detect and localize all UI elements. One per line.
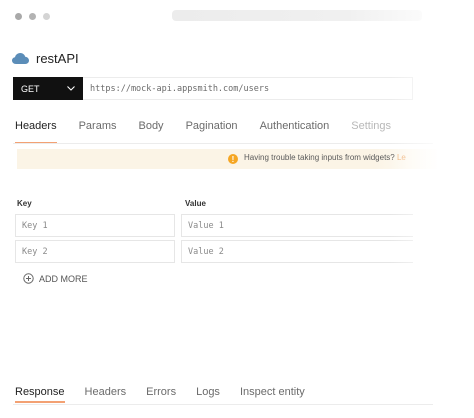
tab-errors[interactable]: Errors xyxy=(146,386,176,403)
tab-response-headers[interactable]: Headers xyxy=(85,386,127,403)
header-key-input[interactable]: Key 2 xyxy=(15,240,175,263)
banner-text: Having trouble taking inputs from widget… xyxy=(244,153,395,162)
tab-response[interactable]: Response xyxy=(15,386,65,403)
header-value-input[interactable]: Value 1 xyxy=(181,214,413,237)
close-window-dot[interactable] xyxy=(15,13,22,20)
response-tabs: Response Headers Errors Logs Inspect ent… xyxy=(15,386,325,403)
browser-address-bar[interactable] xyxy=(172,10,422,21)
tab-logs[interactable]: Logs xyxy=(196,386,220,403)
window-titlebar xyxy=(0,0,474,32)
http-method-value: GET xyxy=(21,83,40,94)
banner-learn-more-link[interactable]: Le xyxy=(397,153,406,162)
minimize-window-dot[interactable] xyxy=(29,13,36,20)
cloud-icon xyxy=(12,52,29,64)
api-editor-window: restAPI GET https://mock-api.appsmith.co… xyxy=(0,0,474,418)
header-key-input[interactable]: Key 1 xyxy=(15,214,175,237)
banner-message: Having trouble taking inputs from widget… xyxy=(244,153,406,162)
api-title[interactable]: restAPI xyxy=(36,51,79,66)
tab-body[interactable]: Body xyxy=(138,120,163,144)
tab-headers[interactable]: Headers xyxy=(15,120,57,144)
tab-settings[interactable]: Settings xyxy=(351,120,391,144)
maximize-window-dot[interactable] xyxy=(43,13,50,20)
tab-params[interactable]: Params xyxy=(79,120,117,144)
plus-circle-icon xyxy=(23,273,34,284)
warning-icon: ! xyxy=(228,154,238,164)
response-tabs-divider xyxy=(13,404,433,405)
add-more-button[interactable]: ADD MORE xyxy=(23,273,88,284)
tab-authentication[interactable]: Authentication xyxy=(260,120,330,144)
header-value-input[interactable]: Value 2 xyxy=(181,240,413,263)
widget-input-warning-banner: ! Having trouble taking inputs from widg… xyxy=(17,149,437,169)
tab-pagination[interactable]: Pagination xyxy=(186,120,238,144)
api-name-header: restAPI xyxy=(12,48,79,68)
tab-inspect-entity[interactable]: Inspect entity xyxy=(240,386,305,403)
tabs-divider xyxy=(13,143,433,144)
value-column-header: Value xyxy=(185,199,206,208)
http-method-select[interactable]: GET xyxy=(13,77,83,100)
chevron-down-icon xyxy=(67,86,75,91)
url-input[interactable]: https://mock-api.appsmith.com/users xyxy=(83,77,413,100)
key-column-header: Key xyxy=(17,199,32,208)
request-tabs: Headers Params Body Pagination Authentic… xyxy=(15,120,413,144)
add-more-label: ADD MORE xyxy=(39,273,88,284)
